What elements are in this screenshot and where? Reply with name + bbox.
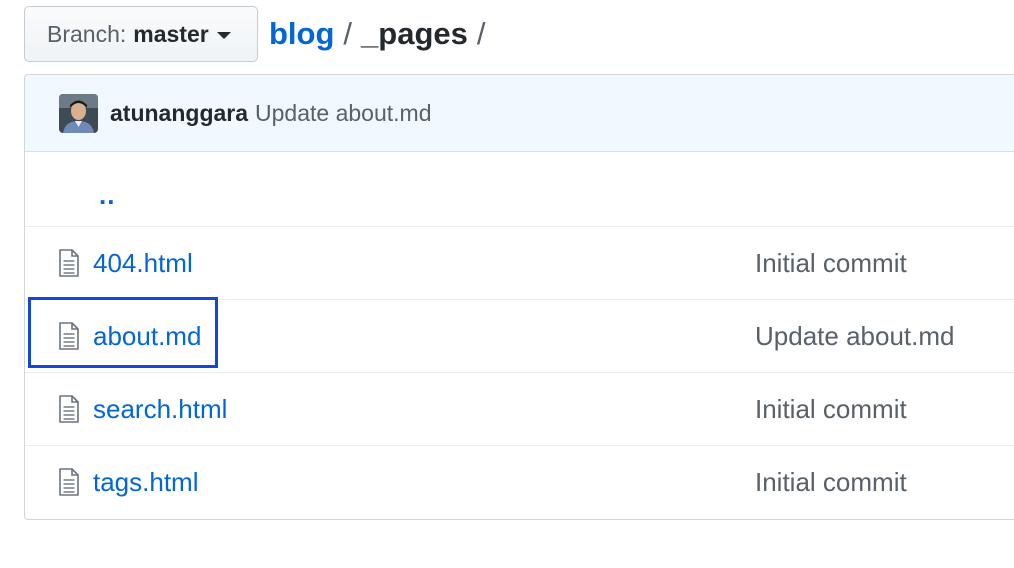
branch-label: Branch:	[47, 20, 127, 47]
file-name-link[interactable]: 404.html	[93, 248, 193, 279]
table-row: about.md Update about.md	[25, 297, 1014, 372]
breadcrumb-separator: /	[476, 16, 486, 51]
file-list: atunanggara Update about.md .. 404.html …	[24, 74, 1014, 520]
file-name-link[interactable]: search.html	[93, 394, 227, 425]
file-icon	[59, 395, 79, 423]
table-row: tags.html Initial commit	[25, 445, 1014, 518]
file-commit-message[interactable]: Initial commit	[755, 248, 907, 279]
avatar[interactable]	[59, 93, 98, 133]
file-commit-message[interactable]: Initial commit	[755, 467, 907, 498]
file-icon	[59, 468, 79, 496]
file-name-link[interactable]: about.md	[93, 321, 201, 352]
breadcrumb-separator: /	[343, 16, 353, 51]
branch-select-button[interactable]: Branch: master	[24, 6, 258, 62]
file-commit-message[interactable]: Update about.md	[755, 321, 954, 352]
branch-name: master	[133, 20, 209, 47]
commit-author-link[interactable]: atunanggara	[110, 100, 248, 127]
file-icon	[59, 322, 79, 350]
caret-down-icon	[216, 32, 231, 39]
commit-message-link[interactable]: Update about.md	[255, 100, 431, 127]
file-name-link[interactable]: tags.html	[93, 467, 199, 498]
latest-commit-bar: atunanggara Update about.md	[25, 75, 1014, 152]
file-navigation: Branch: master blog / _pages /	[24, 6, 495, 62]
parent-directory-row: ..	[25, 152, 1014, 226]
file-commit-message[interactable]: Initial commit	[755, 394, 907, 425]
parent-directory-link[interactable]: ..	[99, 180, 115, 211]
breadcrumb-repo-link[interactable]: blog	[269, 16, 334, 52]
breadcrumb: blog / _pages /	[269, 16, 495, 52]
table-row: 404.html Initial commit	[25, 226, 1014, 299]
table-row: search.html Initial commit	[25, 372, 1014, 445]
breadcrumb-current-dir: _pages	[361, 16, 468, 51]
file-icon	[59, 249, 79, 277]
